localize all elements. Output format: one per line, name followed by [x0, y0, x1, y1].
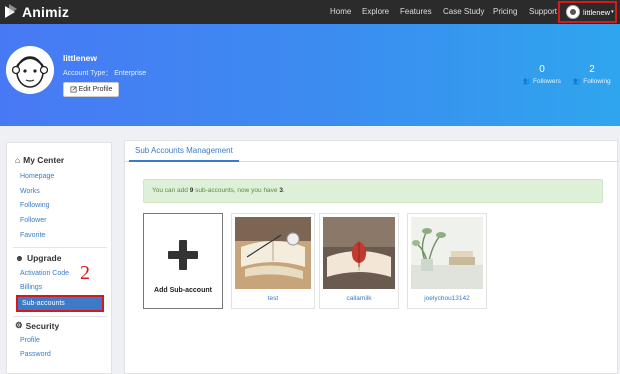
edit-profile-button[interactable]: Edit Profile	[63, 82, 119, 97]
sidebar: ⌂ My Center Homepage Works Following Fol…	[6, 142, 112, 374]
sidebar-section-title: My Center	[23, 155, 65, 165]
sub-account-name[interactable]: test	[232, 295, 314, 302]
sub-account-card[interactable]: callamilk	[319, 213, 399, 309]
nav-link-case-study[interactable]: Case Study	[443, 7, 484, 16]
alert-prefix: You can add	[152, 187, 190, 194]
annotation-number-2: 2	[80, 262, 90, 284]
sidebar-item-sub-accounts[interactable]: Sub-accounts	[16, 295, 104, 312]
sub-account-name[interactable]: joelychou13142	[408, 295, 486, 302]
following-count: 2	[589, 64, 595, 75]
add-sub-account-button[interactable]: Add Sub-account	[143, 213, 223, 309]
sidebar-divider	[13, 247, 107, 248]
gears-icon: ⚙	[15, 320, 23, 330]
sub-account-thumbnail	[235, 217, 311, 289]
brand-logo[interactable]: Animiz	[4, 3, 69, 21]
followers-stat[interactable]: 0 👥 Followers	[520, 64, 564, 85]
sidebar-section-security: ⚙ Security	[15, 320, 59, 331]
sidebar-section-title: Security	[25, 320, 60, 331]
sub-account-quota-alert: You can add 9 sub-accounts, now you have…	[143, 179, 603, 203]
alert-middle: sub-accounts, now you have	[193, 187, 280, 194]
tab-bar: Sub Accounts Management	[125, 141, 619, 162]
followers-label: Followers	[533, 78, 561, 85]
edit-pencil-icon	[70, 86, 77, 93]
account-type-value: Enterprise	[114, 70, 147, 77]
books-photo-icon	[235, 217, 311, 289]
sub-account-card[interactable]: joelychou13142	[407, 213, 487, 309]
sidebar-item-billings[interactable]: Billings	[20, 284, 42, 291]
nav-link-support[interactable]: Support	[529, 7, 557, 16]
sidebar-item-works[interactable]: Works	[20, 188, 40, 195]
sidebar-item-activation-code[interactable]: Activation Code	[20, 270, 69, 277]
edit-profile-label: Edit Profile	[78, 86, 113, 93]
main-panel: Sub Accounts Management You can add 9 su…	[124, 140, 619, 374]
sidebar-item-homepage[interactable]: Homepage	[20, 173, 54, 180]
logo-icon	[5, 4, 17, 18]
sub-account-thumbnail	[411, 217, 483, 289]
user-avatar-icon	[566, 5, 580, 19]
sidebar-item-profile[interactable]: Profile	[20, 337, 40, 344]
nav-link-explore[interactable]: Explore	[362, 7, 389, 16]
followers-count: 0	[539, 64, 545, 75]
sidebar-item-follower[interactable]: Follower	[20, 217, 46, 224]
nav-link-features[interactable]: Features	[400, 7, 432, 16]
profile-name: littlenew	[63, 53, 98, 63]
following-icon: 👥	[573, 78, 582, 85]
followers-icon: 👥	[523, 78, 532, 85]
following-stat[interactable]: 2 👥 Following	[570, 64, 614, 85]
sidebar-divider	[13, 316, 107, 317]
user-menu-name: littlenew	[583, 7, 611, 17]
account-type-label: Account Type：	[63, 70, 113, 77]
leaf-book-photo-icon	[323, 217, 395, 289]
account-type: Account Type： Enterprise	[63, 68, 146, 78]
home-icon: ⌂	[15, 155, 21, 165]
profile-avatar	[6, 46, 54, 94]
brand-name: Animiz	[22, 4, 70, 20]
following-label: Following	[583, 78, 611, 85]
sub-account-card[interactable]: test	[231, 213, 315, 309]
sidebar-item-following[interactable]: Following	[20, 202, 50, 209]
sub-account-name[interactable]: callamilk	[320, 295, 398, 302]
sidebar-item-password[interactable]: Password	[20, 351, 51, 358]
cartoon-avatar-icon	[6, 46, 54, 94]
caret-down-icon: ▾	[611, 9, 614, 15]
plus-icon	[168, 240, 198, 270]
top-navbar: Animiz Home Explore Features Case Study …	[0, 0, 620, 24]
sidebar-section-title: Upgrade	[26, 253, 62, 263]
sidebar-section-my-center: ⌂ My Center	[15, 155, 64, 165]
user-menu-dropdown[interactable]: littlenew ▾	[558, 1, 617, 23]
sidebar-item-favorite[interactable]: Favorite	[20, 232, 45, 239]
tab-sub-accounts-management[interactable]: Sub Accounts Management	[129, 141, 239, 162]
nav-link-home[interactable]: Home	[330, 7, 351, 16]
user-circle-icon: ☻	[15, 253, 24, 263]
sidebar-section-upgrade: ☻ Upgrade	[15, 253, 61, 263]
add-sub-account-label: Add Sub-account	[154, 287, 212, 294]
nav-link-pricing[interactable]: Pricing	[493, 7, 517, 16]
alert-suffix: .	[282, 187, 285, 194]
sidebar-item-label: Sub-accounts	[22, 300, 65, 307]
plant-photo-icon	[411, 217, 483, 289]
sub-account-thumbnail	[323, 217, 395, 289]
